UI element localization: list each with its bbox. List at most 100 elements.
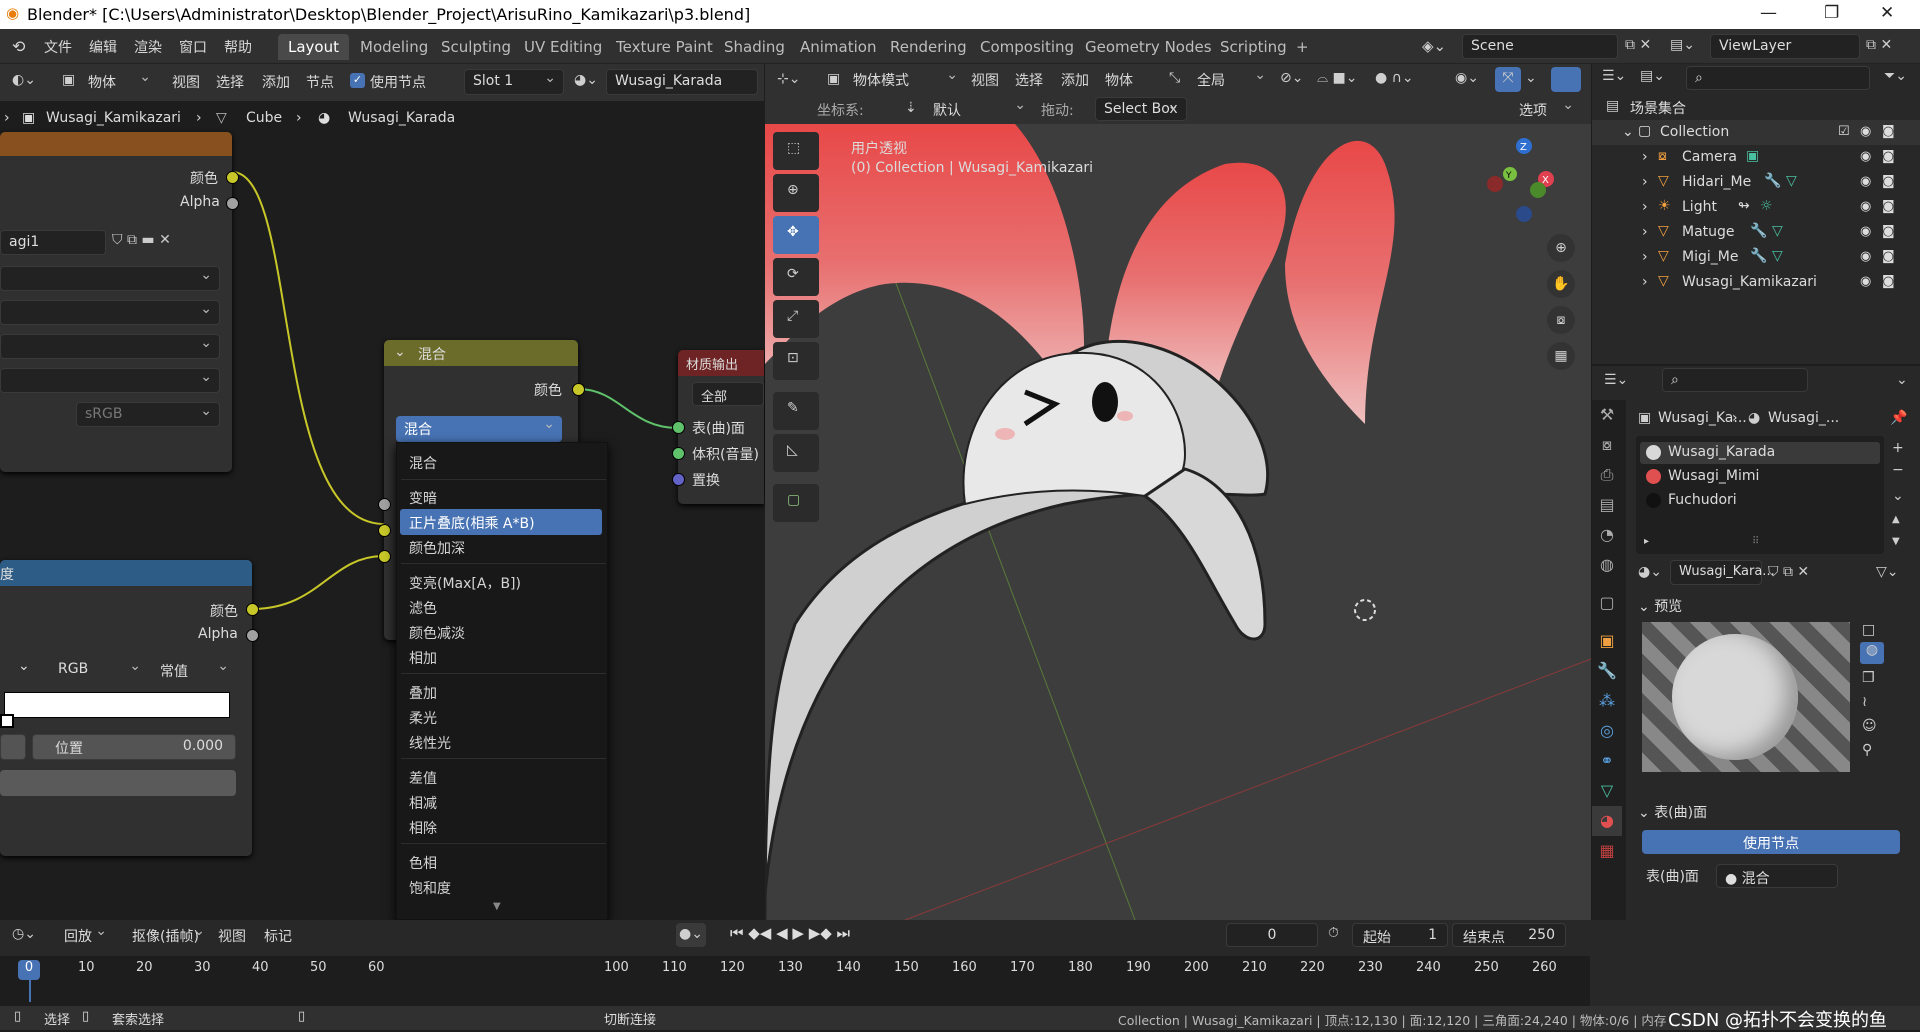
- ramp-position-field[interactable]: 位置 0.000: [32, 734, 236, 760]
- menu-item[interactable]: 相除: [409, 818, 437, 838]
- outliner-type-icon[interactable]: ☰⌄: [1602, 68, 1626, 84]
- tab-compositing[interactable]: Compositing: [970, 34, 1084, 60]
- menu-render[interactable]: 渲染: [134, 37, 162, 57]
- pin-icon[interactable]: 📌: [1890, 410, 1907, 426]
- ramp-stop-handle[interactable]: [0, 714, 14, 728]
- color-ramp-node[interactable]: 度 颜色 Alpha ⌄ RGB 常值 位置 0.000: [0, 560, 259, 856]
- preview-hair-icon[interactable]: ≀: [1862, 694, 1867, 710]
- vp-menu-add[interactable]: 添加: [1061, 70, 1089, 90]
- add-workspace-button[interactable]: +: [1286, 34, 1319, 60]
- surface-socket[interactable]: [672, 421, 685, 434]
- playback-menu[interactable]: 回放: [56, 923, 114, 948]
- outliner-row-light[interactable]: › ☀ Light ↬ ☼ ◉ ◙: [1592, 195, 1920, 220]
- preview-sphere-icon[interactable]: ◍: [1860, 642, 1884, 664]
- projection-select[interactable]: [0, 300, 220, 325]
- use-nodes-button[interactable]: 使用节点: [1642, 830, 1900, 854]
- menu-item[interactable]: 相减: [409, 793, 437, 813]
- outliner-row-camera[interactable]: › ⧇ Camera ▣ ◉ ◙: [1592, 145, 1920, 170]
- output-target-select[interactable]: 全部: [692, 382, 764, 406]
- link-icon[interactable]: ▽⌄: [1876, 564, 1899, 580]
- render-tab-icon[interactable]: ⧇: [1592, 430, 1622, 460]
- start-frame-field[interactable]: 起始 1: [1352, 923, 1448, 947]
- material-buttons-icon[interactable]: ⛉ ⧉ ✕: [1768, 564, 1809, 580]
- ramp-alpha-socket[interactable]: [246, 629, 259, 642]
- outliner-row-migi[interactable]: › ▽ Migi_Me 🔧 ▽ ◉ ◙: [1592, 245, 1920, 270]
- outliner-row-matuge[interactable]: › ▽ Matuge 🔧 ▽ ◉ ◙: [1592, 220, 1920, 245]
- tab-modeling[interactable]: Modeling: [350, 34, 438, 60]
- pivot-icon[interactable]: ⊘⌄: [1280, 70, 1303, 86]
- blender-menu-icon[interactable]: ⟲: [12, 37, 25, 56]
- close-icon[interactable]: ✕: [1880, 3, 1894, 23]
- expand-icon[interactable]: ▸: [1644, 536, 1649, 547]
- tab-texture-paint[interactable]: Texture Paint: [606, 34, 723, 60]
- chevron-down-icon[interactable]: ⌄: [18, 658, 30, 674]
- pan-hand-icon[interactable]: ✋: [1547, 270, 1575, 298]
- minimize-icon[interactable]: —: [1760, 3, 1777, 23]
- snap-icon[interactable]: ⌓ ■⌄: [1317, 70, 1357, 86]
- timeline-menu-marker[interactable]: 标记: [264, 926, 292, 946]
- viewlayer-field[interactable]: ViewLayer: [1710, 34, 1860, 59]
- texture-tab-icon[interactable]: ▦: [1592, 836, 1622, 866]
- blend-mode-select[interactable]: 混合: [396, 416, 562, 442]
- playback-controls[interactable]: ⏮ ◆◀ ◀ ▶ ▶◆ ⏭: [730, 924, 850, 942]
- material-output-node[interactable]: 材质输出 全部 表(曲)面 体积(音量) 置换: [672, 350, 764, 504]
- outliner-row-collection[interactable]: ⌄ ▢ Collection ☑ ◉ ◙: [1592, 120, 1920, 145]
- tab-rendering[interactable]: Rendering: [880, 34, 977, 60]
- object-tab-icon[interactable]: ▣: [1592, 626, 1622, 656]
- vp-menu-object[interactable]: 物体: [1105, 70, 1133, 90]
- timeline-menu-view[interactable]: 视图: [218, 926, 246, 946]
- playhead[interactable]: 0: [18, 960, 40, 980]
- drag-select[interactable]: Select Box: [1095, 97, 1187, 121]
- ramp-index-field[interactable]: [0, 734, 26, 760]
- data-tab-icon[interactable]: ▽: [1592, 776, 1622, 806]
- gizmo-dropdown-icon[interactable]: ⌄: [1525, 70, 1537, 86]
- output-tab-icon[interactable]: ⎙: [1592, 460, 1622, 490]
- surface-shader-field[interactable]: ● 混合: [1716, 864, 1838, 888]
- gizmo-toggle-icon[interactable]: ⤧: [1495, 67, 1521, 92]
- navigation-gizmo[interactable]: Z X Y: [1465, 124, 1565, 224]
- image-field[interactable]: agi1: [0, 230, 106, 255]
- ortho-grid-icon[interactable]: ▦: [1547, 342, 1575, 370]
- filter-icon[interactable]: ⏷⌄: [1884, 68, 1907, 84]
- menu-window[interactable]: 窗口: [179, 37, 207, 57]
- color2-socket[interactable]: [378, 550, 391, 563]
- new-scene-icon[interactable]: ⧉ ✕: [1625, 37, 1651, 53]
- displacement-socket[interactable]: [672, 473, 685, 486]
- add-slot-icon[interactable]: +: [1892, 440, 1904, 456]
- image-buttons-icon[interactable]: ⛉ ⧉ ▬ ✕: [112, 232, 171, 248]
- menu-item[interactable]: 线性光: [409, 733, 451, 753]
- fac-socket[interactable]: [378, 498, 391, 511]
- colorspace-select[interactable]: sRGB: [76, 402, 220, 427]
- scene-field[interactable]: Scene: [1462, 34, 1618, 59]
- menu-file[interactable]: 文件: [44, 37, 72, 57]
- collapse-icon[interactable]: ⌄: [394, 344, 406, 360]
- ramp-mode-select[interactable]: RGB: [50, 658, 148, 683]
- interp-select[interactable]: [0, 266, 220, 291]
- source-select[interactable]: [0, 368, 220, 393]
- modifier-tab-icon[interactable]: 🔧: [1592, 656, 1622, 686]
- slot-menu-icon[interactable]: ⌄: [1892, 488, 1904, 504]
- menu-item[interactable]: 颜色减淡: [409, 623, 465, 643]
- tab-uv-editing[interactable]: UV Editing: [514, 34, 612, 60]
- annotate-tool-icon[interactable]: ✎: [773, 392, 819, 430]
- viewlayer-icon[interactable]: ▤⌄: [1670, 37, 1695, 53]
- remove-slot-icon[interactable]: −: [1892, 462, 1904, 478]
- ramp-color-socket[interactable]: [246, 603, 259, 616]
- menu-item[interactable]: 颜色加深: [409, 538, 465, 558]
- mix-out-socket[interactable]: [572, 383, 585, 396]
- proportional-icon[interactable]: ● ∩⌄: [1375, 70, 1414, 86]
- surface-panel-header[interactable]: ⌄ 表(曲)面: [1638, 802, 1707, 822]
- record-icon[interactable]: ●⌄: [676, 923, 706, 947]
- overlay-toggle-icon[interactable]: [1551, 67, 1581, 92]
- tool-tab-icon[interactable]: ⚒: [1592, 400, 1622, 430]
- transform-tool-icon[interactable]: ⊡: [773, 342, 819, 380]
- rotate-tool-icon[interactable]: ⟳: [773, 258, 819, 296]
- move-tool-icon[interactable]: ✥: [773, 216, 819, 254]
- mode-select[interactable]: 物体模式: [845, 67, 965, 92]
- menu-item[interactable]: 变亮(Max[A，B]): [409, 573, 521, 593]
- material-slot-row[interactable]: Fuchudori: [1640, 490, 1880, 512]
- tab-animation[interactable]: Animation: [790, 34, 886, 60]
- menu-item[interactable]: 变暗: [409, 488, 437, 508]
- view-layer-tab-icon[interactable]: ▤: [1592, 490, 1622, 520]
- props-search-input[interactable]: ⌕: [1662, 368, 1808, 392]
